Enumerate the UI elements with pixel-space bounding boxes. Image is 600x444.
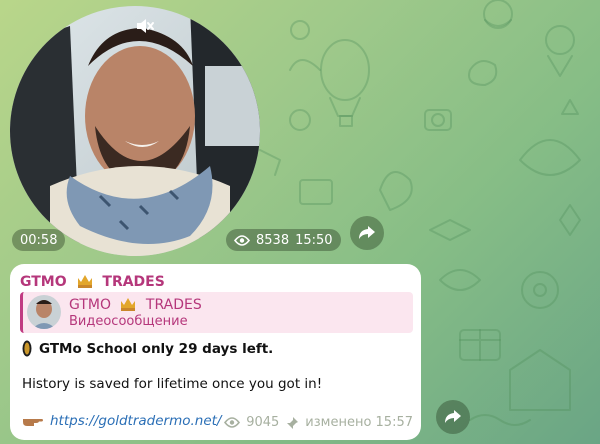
message-meta: 9045 изменено 15:57: [224, 415, 413, 430]
share-icon: [359, 226, 375, 239]
message-line-2: History is saved for lifetime once you g…: [22, 376, 323, 392]
message-line-1-text: GTMo School only 29 days left.: [39, 340, 274, 357]
eye-icon: [233, 234, 251, 246]
eye-icon: [224, 417, 241, 428]
reply-name-right: TRADES: [145, 297, 202, 313]
crown-icon: [121, 298, 136, 311]
video-message-circle[interactable]: [10, 6, 260, 256]
sender-name-right: TRADES: [102, 274, 165, 290]
video-duration-badge: 00:58: [12, 229, 66, 251]
reply-subtitle: Видеосообщение: [69, 314, 188, 329]
share-button[interactable]: [350, 216, 384, 250]
video-duration: 00:58: [20, 232, 58, 248]
link-row: https://goldtradermo.net/: [22, 413, 222, 429]
pin-icon: [287, 416, 299, 429]
reply-thumbnail: [27, 295, 61, 329]
video-meta-badge: 8538 15:50: [226, 229, 341, 251]
share-button[interactable]: [436, 400, 470, 434]
website-link[interactable]: https://goldtradermo.net/: [50, 413, 222, 429]
video-time: 15:50: [295, 232, 333, 248]
reply-name-left: GTMO: [69, 297, 111, 313]
sender-name[interactable]: GTMO TRADES: [20, 272, 165, 290]
video-frame: [10, 6, 260, 256]
message-edited-time: изменено 15:57: [305, 415, 413, 430]
message-views: 9045: [246, 415, 280, 430]
share-icon: [445, 410, 461, 423]
reply-sender: GTMO TRADES: [69, 295, 202, 313]
pointing-hand-icon: [23, 419, 43, 426]
message-line-1: GTMo School only 29 days left.: [22, 340, 273, 357]
mute-icon[interactable]: [135, 18, 155, 34]
crown-icon: [77, 275, 92, 288]
message-bubble: GTMO TRADES GTMO TRADES Видеосообщение G…: [10, 264, 421, 440]
video-views: 8538: [256, 232, 290, 248]
coin-icon: [22, 340, 32, 357]
sender-name-left: GTMO: [20, 274, 67, 290]
reply-quote[interactable]: GTMO TRADES Видеосообщение: [20, 292, 413, 333]
